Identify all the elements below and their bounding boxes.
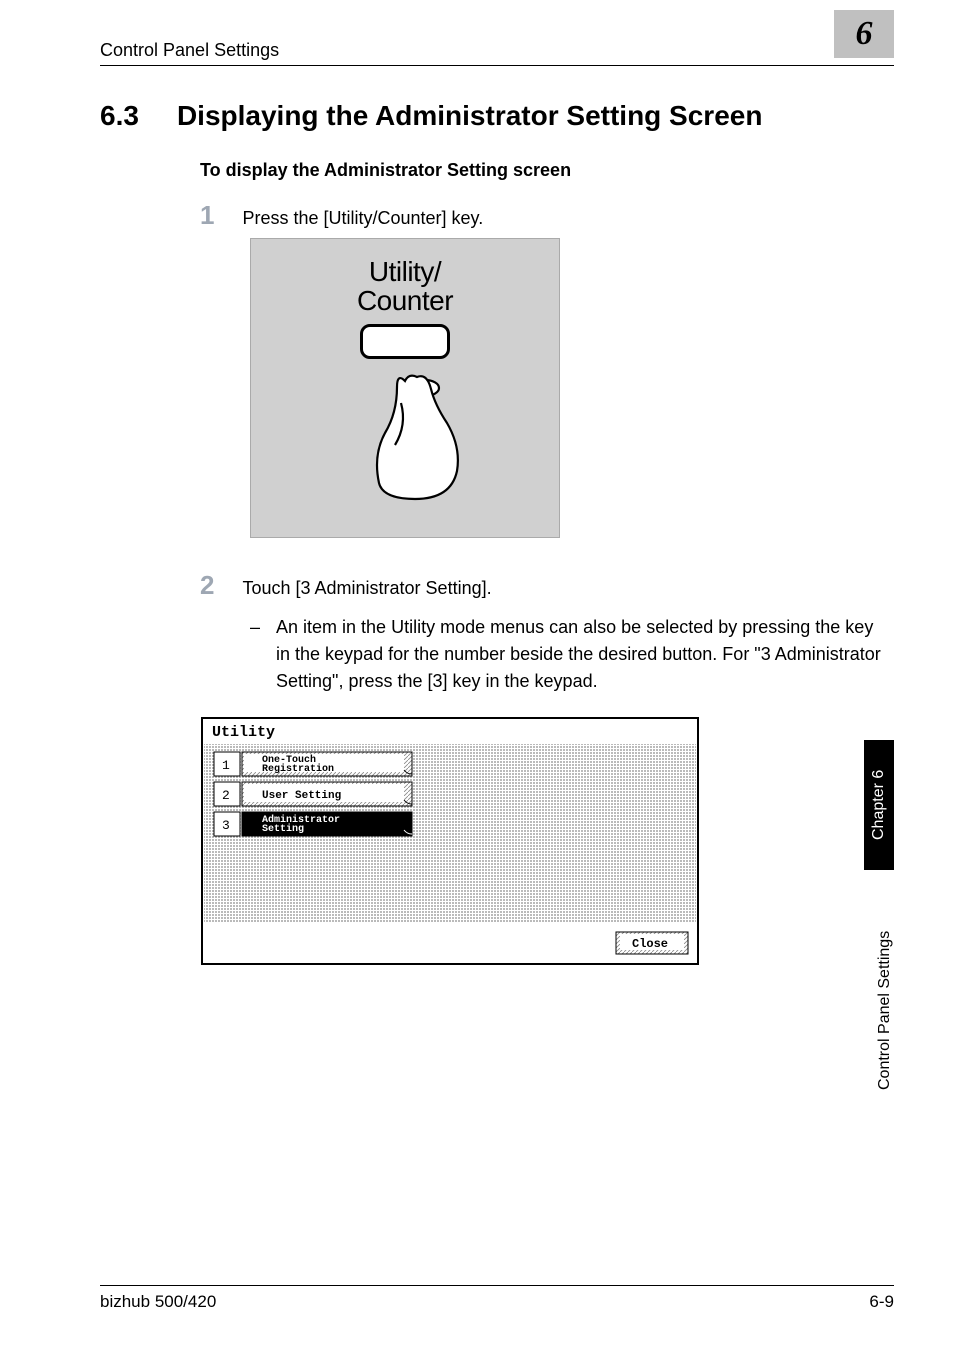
footer-left: bizhub 500/420 bbox=[100, 1292, 216, 1312]
footer-right: 6-9 bbox=[869, 1292, 894, 1312]
step-2-num: 2 bbox=[200, 570, 214, 601]
svg-text:Setting: Setting bbox=[262, 823, 304, 835]
svg-text:1: 1 bbox=[222, 758, 230, 773]
utility-item-3-selected: 3 Administrator Setting bbox=[214, 812, 412, 836]
section-heading: Displaying the Administrator Setting Scr… bbox=[177, 100, 763, 132]
page-footer: bizhub 500/420 6-9 bbox=[100, 1285, 894, 1312]
illustration1-line2: Counter bbox=[251, 286, 559, 315]
section-title: 6.3 Displaying the Administrator Setting… bbox=[100, 100, 762, 132]
svg-text:Close: Close bbox=[632, 937, 668, 951]
svg-text:3: 3 bbox=[222, 818, 230, 833]
page-header: Control Panel Settings bbox=[100, 40, 894, 66]
section-number: 6.3 bbox=[100, 100, 139, 132]
utility-title-text: Utility bbox=[212, 724, 275, 741]
hard-key-icon bbox=[360, 324, 450, 359]
illustration-utility-counter-key: Utility/ Counter bbox=[250, 238, 560, 538]
step-1-num: 1 bbox=[200, 200, 214, 231]
finger-press-icon bbox=[335, 363, 475, 503]
bullet-icon: – bbox=[250, 614, 260, 695]
illustration1-inner: Utility/ Counter bbox=[251, 257, 559, 503]
subheading: To display the Administrator Setting scr… bbox=[200, 160, 571, 181]
utility-item-1: 1 One-Touch Registration bbox=[214, 752, 412, 776]
step-1: 1 Press the [Utility/Counter] key. bbox=[200, 200, 483, 232]
step-2-text: Touch [3 Administrator Setting]. bbox=[242, 575, 491, 602]
step-2-detail: – An item in the Utility mode menus can … bbox=[250, 614, 884, 695]
close-button: Close bbox=[616, 932, 688, 954]
svg-text:2: 2 bbox=[222, 788, 230, 803]
utility-item-2: 2 User Setting bbox=[214, 782, 412, 806]
illustration1-line1: Utility/ bbox=[251, 257, 559, 286]
svg-text:User Setting: User Setting bbox=[262, 790, 341, 802]
step-2-detail-text: An item in the Utility mode menus can al… bbox=[276, 614, 884, 695]
svg-text:Registration: Registration bbox=[262, 763, 334, 775]
header-section-text: Control Panel Settings bbox=[100, 40, 279, 61]
step-1-text: Press the [Utility/Counter] key. bbox=[242, 205, 483, 232]
sidebar-section: Control Panel Settings bbox=[876, 900, 894, 1120]
step-2: 2 Touch [3 Administrator Setting]. bbox=[200, 570, 492, 602]
chapter-badge-number: 6 bbox=[856, 15, 873, 53]
illustration-utility-screen: Utility 1 One-Touch Registration 2 User … bbox=[200, 716, 700, 966]
sidebar-chapter: Chapter 6 bbox=[864, 740, 894, 870]
chapter-badge: 6 bbox=[834, 10, 894, 58]
utility-screen-svg: Utility 1 One-Touch Registration 2 User … bbox=[200, 716, 700, 966]
